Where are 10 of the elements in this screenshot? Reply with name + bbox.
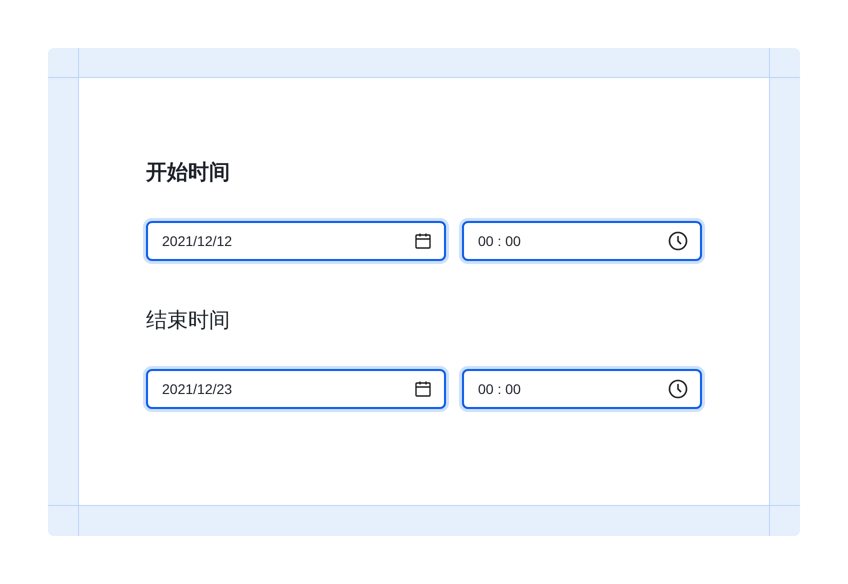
- clock-icon: [668, 379, 688, 399]
- date-field[interactable]: 2021/12/23: [146, 369, 446, 409]
- calendar-icon: [414, 380, 432, 398]
- field-label: 开始时间: [146, 160, 230, 186]
- clock-icon: [668, 231, 688, 251]
- calendar-icon: [414, 232, 432, 250]
- time-field[interactable]: 00 : 00: [462, 369, 702, 409]
- field-label: 结束时间: [146, 308, 230, 334]
- date-field[interactable]: 2021/12/12: [146, 221, 446, 261]
- time-field[interactable]: 00 : 00: [462, 221, 702, 261]
